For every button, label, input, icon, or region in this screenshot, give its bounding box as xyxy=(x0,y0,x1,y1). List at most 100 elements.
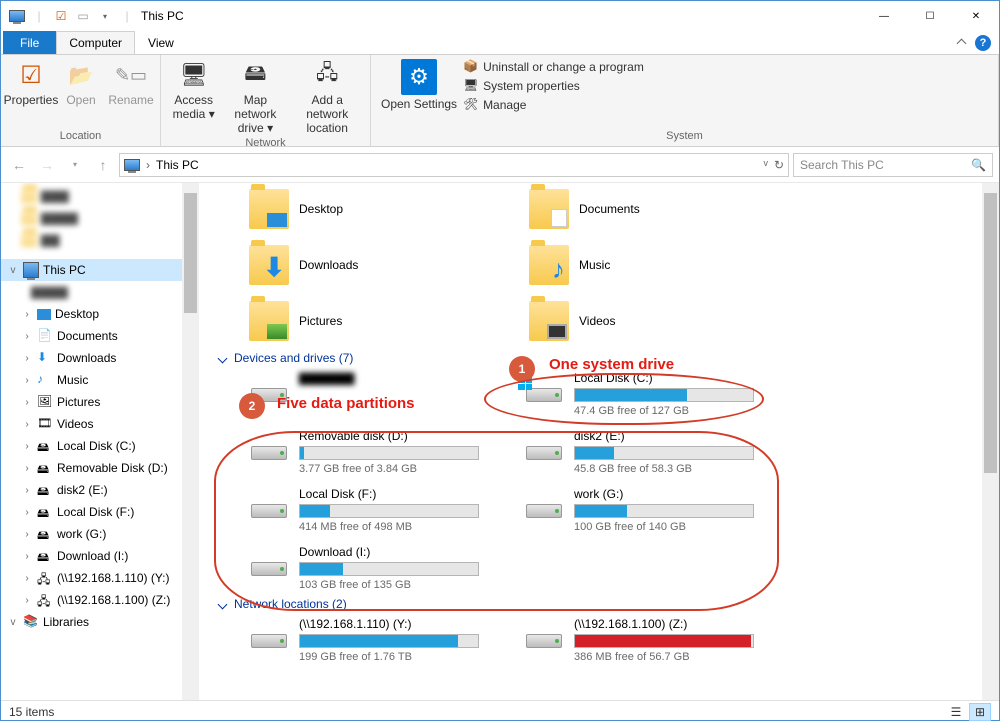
drive-e[interactable]: disk2 (E:)45.8 GB free of 58.3 GB xyxy=(524,429,779,475)
tree-documents-label: Documents xyxy=(57,329,118,343)
open-settings-button[interactable]: ⚙Open Settings xyxy=(377,57,461,113)
folder-documents-label: Documents xyxy=(579,202,640,216)
folder-pictures[interactable]: Pictures xyxy=(249,297,509,345)
minimize-button[interactable]: — xyxy=(861,1,907,31)
hdd-icon xyxy=(526,388,562,402)
tree-downloads-label: Downloads xyxy=(57,351,116,365)
tree-scrollbar[interactable] xyxy=(182,183,199,700)
folder-downloads-label: Downloads xyxy=(299,258,358,272)
address-dropdown-icon[interactable]: v xyxy=(763,158,768,172)
open-settings-label: Open Settings xyxy=(381,97,457,111)
forward-button[interactable]: → xyxy=(35,153,59,177)
netloc-z-name: (\\192.168.1.100) (Z:) xyxy=(574,617,779,631)
network-drive-icon: 🖧 xyxy=(37,592,53,608)
uninstall-label: Uninstall or change a program xyxy=(483,60,644,74)
address-bar-row: ← → ▾ ↑ › This PC v ↻ Search This PC 🔍 xyxy=(1,147,999,183)
tiles-view-button[interactable]: ⊞ xyxy=(969,703,991,721)
tab-view[interactable]: View xyxy=(135,31,187,54)
address-pc-icon xyxy=(124,159,140,171)
pictures-icon: 🖼 xyxy=(37,394,53,410)
tree-work-g[interactable]: ›🖴work (G:) xyxy=(1,523,199,545)
tree-download-i-label: Download (I:) xyxy=(57,549,128,563)
properties-qat-icon[interactable]: ☑ xyxy=(53,8,69,24)
tree-libraries[interactable]: v📚Libraries xyxy=(1,611,199,633)
drive-i[interactable]: Download (I:)103 GB free of 135 GB xyxy=(249,545,504,591)
tree-music[interactable]: ›♪Music xyxy=(1,369,199,391)
recent-dropdown[interactable]: ▾ xyxy=(63,153,87,177)
drive-e-free: 45.8 GB free of 58.3 GB xyxy=(574,463,779,475)
tree-net-z[interactable]: ›🖧(\\192.168.1.100) (Z:) xyxy=(1,589,199,611)
back-button[interactable]: ← xyxy=(7,153,31,177)
collapse-ribbon-icon[interactable] xyxy=(957,38,967,48)
netloc-y[interactable]: (\\192.168.1.110) (Y:)199 GB free of 1.7… xyxy=(249,617,504,663)
tree-this-pc[interactable]: vThis PC xyxy=(1,259,199,281)
downloads-folder-icon: ⬇ xyxy=(249,245,289,285)
netloc-z[interactable]: (\\192.168.1.100) (Z:)386 MB free of 56.… xyxy=(524,617,779,663)
desktop-folder-icon xyxy=(249,189,289,229)
drive-g[interactable]: work (G:) 100 GB free of 140 GB xyxy=(524,487,779,533)
system-properties-button[interactable]: 🖥System properties xyxy=(463,78,644,94)
tree-disk2-e[interactable]: ›🖴disk2 (E:) xyxy=(1,479,199,501)
drive-g-free: 100 GB free of 140 GB xyxy=(574,521,779,533)
help-icon[interactable]: ? xyxy=(975,35,991,51)
drive-icon: 🖴 xyxy=(37,548,53,564)
drive-icon: 🖴 xyxy=(37,482,53,498)
drive-icon: 🖴 xyxy=(37,438,53,454)
folder-music[interactable]: ♪Music xyxy=(529,241,789,289)
drive-c-free: 47.4 GB free of 127 GB xyxy=(574,405,779,417)
drive-d[interactable]: Removable disk (D:)3.77 GB free of 3.84 … xyxy=(249,429,504,475)
maximize-button[interactable]: ☐ xyxy=(907,1,953,31)
tree-videos[interactable]: ›🎞Videos xyxy=(1,413,199,435)
tab-file[interactable]: File xyxy=(3,31,56,54)
properties-button[interactable]: ☑Properties xyxy=(7,57,55,109)
open-button: 📂Open xyxy=(57,57,105,109)
navigation-pane[interactable]: ▇▇▇ ▇▇▇▇ ▇▇ vThis PC ▇▇▇▇ ›Desktop ›📄Doc… xyxy=(1,183,199,700)
content-scrollbar[interactable] xyxy=(982,183,999,700)
tree-documents[interactable]: ›📄Documents xyxy=(1,325,199,347)
folder-downloads[interactable]: ⬇ Downloads xyxy=(249,241,509,289)
uninstall-button[interactable]: 📦Uninstall or change a program xyxy=(463,59,644,75)
access-media-button[interactable]: 🖥Access media ▾ xyxy=(167,57,220,123)
search-box[interactable]: Search This PC 🔍 xyxy=(793,153,993,177)
tree-net-y[interactable]: ›🖧(\\192.168.1.110) (Y:) xyxy=(1,567,199,589)
folder-music-label: Music xyxy=(579,258,610,272)
add-network-location-button[interactable]: 🖧Add a network location xyxy=(290,57,364,137)
tree-local-f[interactable]: ›🖴Local Disk (F:) xyxy=(1,501,199,523)
drive-c[interactable]: Local Disk (C:)47.4 GB free of 127 GB xyxy=(524,371,779,417)
tree-removable-d[interactable]: ›🖴Removable Disk (D:) xyxy=(1,457,199,479)
up-button[interactable]: ↑ xyxy=(91,153,115,177)
address-bar[interactable]: › This PC v ↻ xyxy=(119,153,789,177)
tree-local-c[interactable]: ›🖴Local Disk (C:) xyxy=(1,435,199,457)
refresh-button[interactable]: ↻ xyxy=(774,158,784,172)
tree-desktop[interactable]: ›Desktop xyxy=(1,303,199,325)
tree-download-i[interactable]: ›🖴Download (I:) xyxy=(1,545,199,567)
hdd-icon xyxy=(251,446,287,460)
sysprops-label: System properties xyxy=(483,79,580,93)
new-folder-qat-icon[interactable]: ▭ xyxy=(75,8,91,24)
close-button[interactable]: ✕ xyxy=(953,1,999,31)
drive-f[interactable]: Local Disk (F:)414 MB free of 498 MB xyxy=(249,487,504,533)
section-network[interactable]: Network locations (2) xyxy=(219,591,999,617)
tree-net-y-label: (\\192.168.1.110) (Y:) xyxy=(57,571,170,585)
details-view-button[interactable]: ☰ xyxy=(945,703,967,721)
drive-icon: 🖴 xyxy=(37,526,53,542)
tree-work-g-label: work (G:) xyxy=(57,527,106,541)
manage-button[interactable]: 🛠Manage xyxy=(463,97,644,113)
tree-downloads[interactable]: ›⬇Downloads xyxy=(1,347,199,369)
folder-videos[interactable]: Videos xyxy=(529,297,789,345)
tree-net-z-label: (\\192.168.1.100) (Z:) xyxy=(57,593,170,607)
folder-desktop[interactable]: Desktop xyxy=(249,185,509,233)
drive-g-name: work (G:) xyxy=(574,487,779,501)
map-drive-label: Map network drive ▾ xyxy=(226,93,284,135)
qat-dropdown-icon[interactable]: ▾ xyxy=(97,8,113,24)
map-drive-button[interactable]: 🖴Map network drive ▾ xyxy=(222,57,288,137)
network-drive-icon: 🖧 xyxy=(37,570,53,586)
drive-i-free: 103 GB free of 135 GB xyxy=(299,579,504,591)
tree-pictures[interactable]: ›🖼Pictures xyxy=(1,391,199,413)
annotation-badge-2: 2 xyxy=(239,393,265,419)
drive-f-free: 414 MB free of 498 MB xyxy=(299,521,504,533)
tab-computer[interactable]: Computer xyxy=(56,31,135,54)
search-placeholder: Search This PC xyxy=(800,158,884,172)
folder-documents[interactable]: Documents xyxy=(529,185,789,233)
content-pane: Desktop Documents ⬇ Downloads ♪Music Pict… xyxy=(199,183,999,700)
